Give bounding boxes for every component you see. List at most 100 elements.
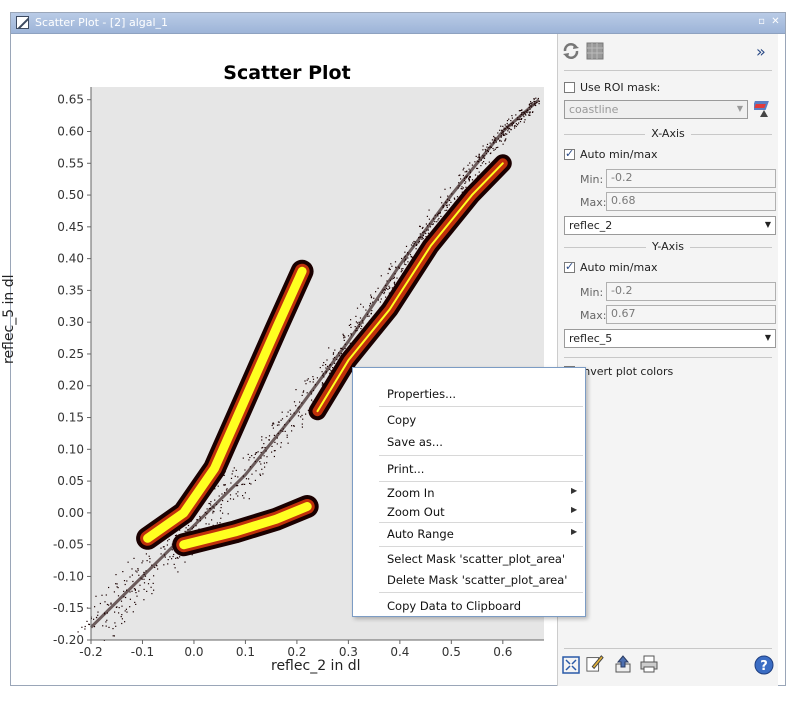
scatter-point [244, 469, 246, 471]
table-icon[interactable] [586, 42, 604, 60]
x-auto-row[interactable]: Auto min/max [564, 147, 657, 161]
y-max-field[interactable]: 0.67 [606, 305, 776, 324]
x-tick-label: 0.0 [184, 645, 203, 659]
options-divider [564, 357, 772, 358]
scatter-point [383, 292, 385, 295]
menu-item-save-as[interactable]: Save as... [387, 435, 443, 449]
scatter-point [123, 590, 125, 592]
menu-item-copy-data[interactable]: Copy Data to Clipboard [387, 599, 521, 613]
scatter-point [343, 335, 345, 337]
scatter-point [390, 263, 392, 265]
scatter-point [276, 443, 278, 445]
scatter-point [506, 122, 508, 125]
scatter-point [163, 564, 165, 566]
scatter-point [259, 461, 261, 463]
export-icon[interactable] [614, 655, 632, 673]
scatter-point [444, 209, 446, 212]
scatter-point [230, 482, 232, 484]
scatter-point [254, 479, 256, 481]
scatter-point [322, 382, 324, 384]
scatter-point [237, 491, 239, 493]
x-max-field[interactable]: 0.68 [606, 192, 776, 211]
scatter-point [241, 483, 243, 486]
scatter-point [97, 614, 99, 616]
scatter-point [242, 483, 244, 485]
scatter-point [123, 580, 126, 582]
zoom-all-icon[interactable] [562, 656, 580, 674]
scatter-point [97, 611, 99, 613]
scatter-point [499, 140, 501, 142]
scatter-point [342, 333, 344, 335]
scatter-point [388, 267, 390, 269]
x-auto-checkbox[interactable] [564, 147, 575, 160]
scatter-point [520, 118, 522, 120]
scatter-point [166, 544, 168, 546]
menu-item-delete-mask[interactable]: Delete Mask 'scatter_plot_area' [387, 573, 567, 587]
y-tick-label: 0.15 [57, 411, 84, 425]
y-tick-label: -0.15 [53, 601, 84, 615]
menu-item-zoom-out[interactable]: Zoom Out ▶ [387, 505, 577, 519]
close-button[interactable]: ✕ [770, 16, 781, 27]
scatter-point [518, 110, 520, 112]
scatter-point [286, 436, 288, 438]
scatter-point [426, 215, 428, 217]
settings-sidebar: » Use ROI mask: coastline ▼ X-Axis Auto m… [557, 34, 778, 686]
scatter-point [281, 418, 284, 420]
scatter-point [521, 109, 523, 111]
use-roi-row[interactable]: Use ROI mask: [564, 81, 660, 94]
y-min-field[interactable]: -0.2 [606, 282, 776, 301]
menu-item-select-mask[interactable]: Select Mask 'scatter_plot_area' [387, 552, 565, 566]
scatter-point [377, 287, 379, 289]
scatter-point [528, 114, 530, 116]
y-auto-row[interactable]: Auto min/max [564, 260, 657, 274]
y-auto-checkbox[interactable] [564, 260, 575, 273]
menu-item-copy[interactable]: Copy [387, 413, 416, 427]
menu-item-print[interactable]: Print... [387, 462, 424, 476]
scatter-point [475, 155, 477, 157]
scatter-point [401, 257, 403, 260]
scatter-point [401, 268, 403, 270]
scatter-point [510, 120, 512, 122]
y-axis-label-text: reflec_5 in dl [1, 274, 17, 364]
x-min-field[interactable]: -0.2 [606, 169, 776, 188]
help-icon[interactable]: ? [754, 655, 774, 675]
scatter-point [81, 626, 83, 628]
scatter-point [280, 442, 282, 444]
scatter-point [261, 436, 263, 438]
y-band-select[interactable]: reflec_5 ▼ [564, 329, 776, 348]
roi-mask-icon[interactable] [754, 98, 774, 118]
scatter-point [307, 378, 309, 380]
scatter-point [524, 119, 526, 121]
scatter-point [184, 530, 186, 532]
scatter-point [440, 215, 442, 217]
menu-item-auto-range[interactable]: Auto Range ▶ [387, 527, 577, 541]
scatter-point [428, 209, 430, 211]
collapse-panel-icon[interactable]: » [756, 42, 766, 61]
scatter-point [523, 116, 525, 118]
scatter-point [290, 413, 292, 415]
scatter-point [273, 434, 275, 436]
scatter-point [259, 474, 262, 476]
chevron-down-icon: ▼ [764, 333, 771, 342]
scatter-point [361, 325, 363, 327]
use-roi-checkbox[interactable] [564, 82, 575, 93]
scatter-point [306, 379, 308, 381]
scatter-point [227, 513, 229, 515]
scatter-point [167, 540, 169, 542]
scatter-point [300, 416, 302, 418]
x-tick-label: 0.1 [236, 645, 255, 659]
menu-item-properties[interactable]: Properties... [387, 387, 456, 401]
refresh-icon[interactable] [562, 42, 580, 60]
scatter-point [389, 268, 391, 271]
scatter-point [176, 556, 178, 559]
restore-button[interactable]: ▫ [756, 16, 767, 27]
menu-item-zoom-in[interactable]: Zoom In ▶ [387, 486, 577, 500]
x-band-select[interactable]: reflec_2 ▼ [564, 216, 776, 235]
scatter-point [143, 599, 145, 601]
edit-icon[interactable] [586, 654, 604, 672]
scatter-point [370, 294, 372, 296]
scatter-point [244, 492, 246, 494]
scatter-point [301, 394, 303, 396]
scatter-point [102, 625, 104, 627]
print-icon[interactable] [640, 655, 658, 673]
